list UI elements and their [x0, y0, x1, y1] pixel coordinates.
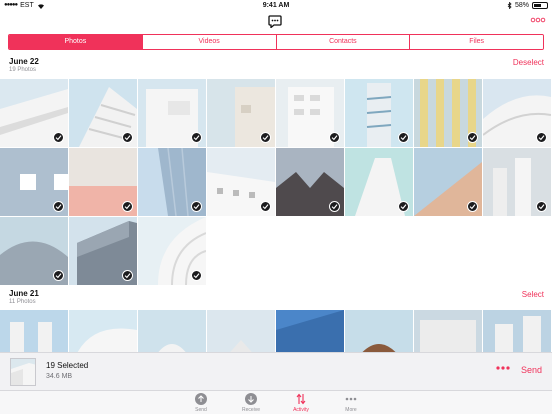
- tab-label: Activity: [293, 407, 309, 413]
- tab-more[interactable]: More: [331, 393, 371, 413]
- photo-thumbnail[interactable]: [483, 310, 551, 352]
- section-subtitle: 19 Photos: [9, 67, 37, 73]
- photo-thumbnail[interactable]: [207, 79, 275, 147]
- photo-thumbnail[interactable]: [0, 148, 68, 216]
- tab-videos[interactable]: Videos: [141, 35, 276, 49]
- photo-thumbnail[interactable]: [483, 79, 551, 147]
- photo-image: [483, 310, 551, 352]
- selection-thumbnail: [10, 358, 36, 386]
- checkmark-icon: [536, 132, 547, 143]
- checkmark-icon: [122, 270, 133, 281]
- checkmark-icon: [53, 132, 64, 143]
- tab-photos[interactable]: Photos: [9, 35, 142, 49]
- tab-label: Send: [195, 407, 207, 413]
- photo-image: [276, 310, 344, 352]
- photo-image: [0, 310, 68, 352]
- photo-image: [138, 310, 206, 352]
- photo-thumbnail[interactable]: [138, 148, 206, 216]
- checkmark-icon: [398, 132, 409, 143]
- photo-thumbnail[interactable]: [138, 79, 206, 147]
- segment-control: Photos Videos Contacts Files: [8, 34, 544, 50]
- tab-files[interactable]: Files: [409, 35, 543, 49]
- photo-thumbnail[interactable]: [483, 148, 551, 216]
- photo-image: [69, 310, 137, 352]
- tab-activity[interactable]: Activity: [281, 393, 321, 413]
- photo-thumbnail[interactable]: [69, 217, 137, 285]
- battery-fill: [534, 4, 541, 7]
- photo-image: [345, 310, 413, 352]
- checkmark-icon: [467, 201, 478, 212]
- tab-receive[interactable]: Receive: [231, 393, 271, 413]
- transfer-arrows-icon: [296, 393, 306, 405]
- more-dots-icon: [345, 397, 357, 401]
- photo-thumbnail[interactable]: [69, 79, 137, 147]
- photo-grid-june-22: [0, 79, 552, 285]
- photo-thumbnail[interactable]: [69, 148, 137, 216]
- tab-bar: Send Receive Activity More: [0, 390, 552, 414]
- photo-thumbnail[interactable]: [414, 79, 482, 147]
- photo-thumbnail[interactable]: [345, 148, 413, 216]
- photo-thumbnail[interactable]: [0, 217, 68, 285]
- chat-bubble-icon[interactable]: [268, 15, 282, 28]
- photo-thumbnail[interactable]: [276, 310, 344, 352]
- photo-thumbnail[interactable]: [207, 310, 275, 352]
- photo-thumbnail[interactable]: [0, 310, 68, 352]
- checkmark-icon: [122, 201, 133, 212]
- selection-bar: 19 Selected 34.6 MB Send: [0, 352, 552, 390]
- section-header-june-21: June 21 11 Photos Select: [0, 287, 552, 309]
- checkmark-icon: [329, 132, 340, 143]
- checkmark-icon: [260, 132, 271, 143]
- status-time: 9:41 AM: [262, 2, 290, 9]
- checkmark-icon: [53, 270, 64, 281]
- photo-thumbnail[interactable]: [138, 217, 206, 285]
- checkmark-icon: [191, 270, 202, 281]
- select-button[interactable]: Select: [522, 290, 544, 299]
- photo-thumbnail[interactable]: [0, 79, 68, 147]
- photo-thumbnail[interactable]: [276, 148, 344, 216]
- arrow-up-circle-icon: [195, 393, 207, 405]
- checkmark-icon: [53, 201, 64, 212]
- checkmark-icon: [467, 132, 478, 143]
- checkmark-icon: [191, 201, 202, 212]
- section-title: June 21: [9, 289, 39, 298]
- photo-thumbnail[interactable]: [69, 310, 137, 352]
- checkmark-icon: [260, 201, 271, 212]
- photo-thumbnail[interactable]: [207, 148, 275, 216]
- selected-count: 19 Selected: [46, 361, 89, 370]
- battery-percent: 58%: [514, 2, 529, 9]
- deselect-button[interactable]: Deselect: [513, 58, 544, 67]
- photo-thumbnail[interactable]: [345, 79, 413, 147]
- send-button[interactable]: Send: [521, 365, 542, 375]
- tab-send[interactable]: Send: [181, 393, 221, 413]
- selected-size: 34.6 MB: [46, 373, 73, 380]
- photo-thumbnail[interactable]: [345, 310, 413, 352]
- arrow-down-circle-icon: [245, 393, 257, 405]
- tab-label: More: [345, 407, 357, 413]
- photo-image: [207, 310, 275, 352]
- more-options-icon[interactable]: [530, 15, 546, 25]
- photo-grid-june-21: [0, 310, 552, 352]
- checkmark-icon: [398, 201, 409, 212]
- status-bar: ●●●●● EST 9:41 AM 58%: [0, 0, 552, 11]
- checkmark-icon: [536, 201, 547, 212]
- section-header-june-22: June 22 19 Photos Deselect: [0, 55, 552, 77]
- tab-label: Receive: [241, 407, 261, 413]
- photo-thumbnail[interactable]: [414, 148, 482, 216]
- top-nav: [0, 11, 552, 33]
- checkmark-icon: [329, 201, 340, 212]
- status-right: 58%: [507, 0, 548, 11]
- checkmark-icon: [191, 132, 202, 143]
- photo-thumbnail[interactable]: [138, 310, 206, 352]
- more-dots-icon[interactable]: [496, 365, 510, 371]
- photo-image: [414, 310, 482, 352]
- battery-icon: [532, 2, 548, 9]
- section-subtitle: 11 Photos: [9, 299, 36, 305]
- checkmark-icon: [122, 132, 133, 143]
- photo-thumbnail[interactable]: [414, 310, 482, 352]
- section-title: June 22: [9, 57, 39, 66]
- tab-contacts[interactable]: Contacts: [275, 35, 410, 49]
- bluetooth-icon: [507, 2, 512, 9]
- photo-thumbnail[interactable]: [276, 79, 344, 147]
